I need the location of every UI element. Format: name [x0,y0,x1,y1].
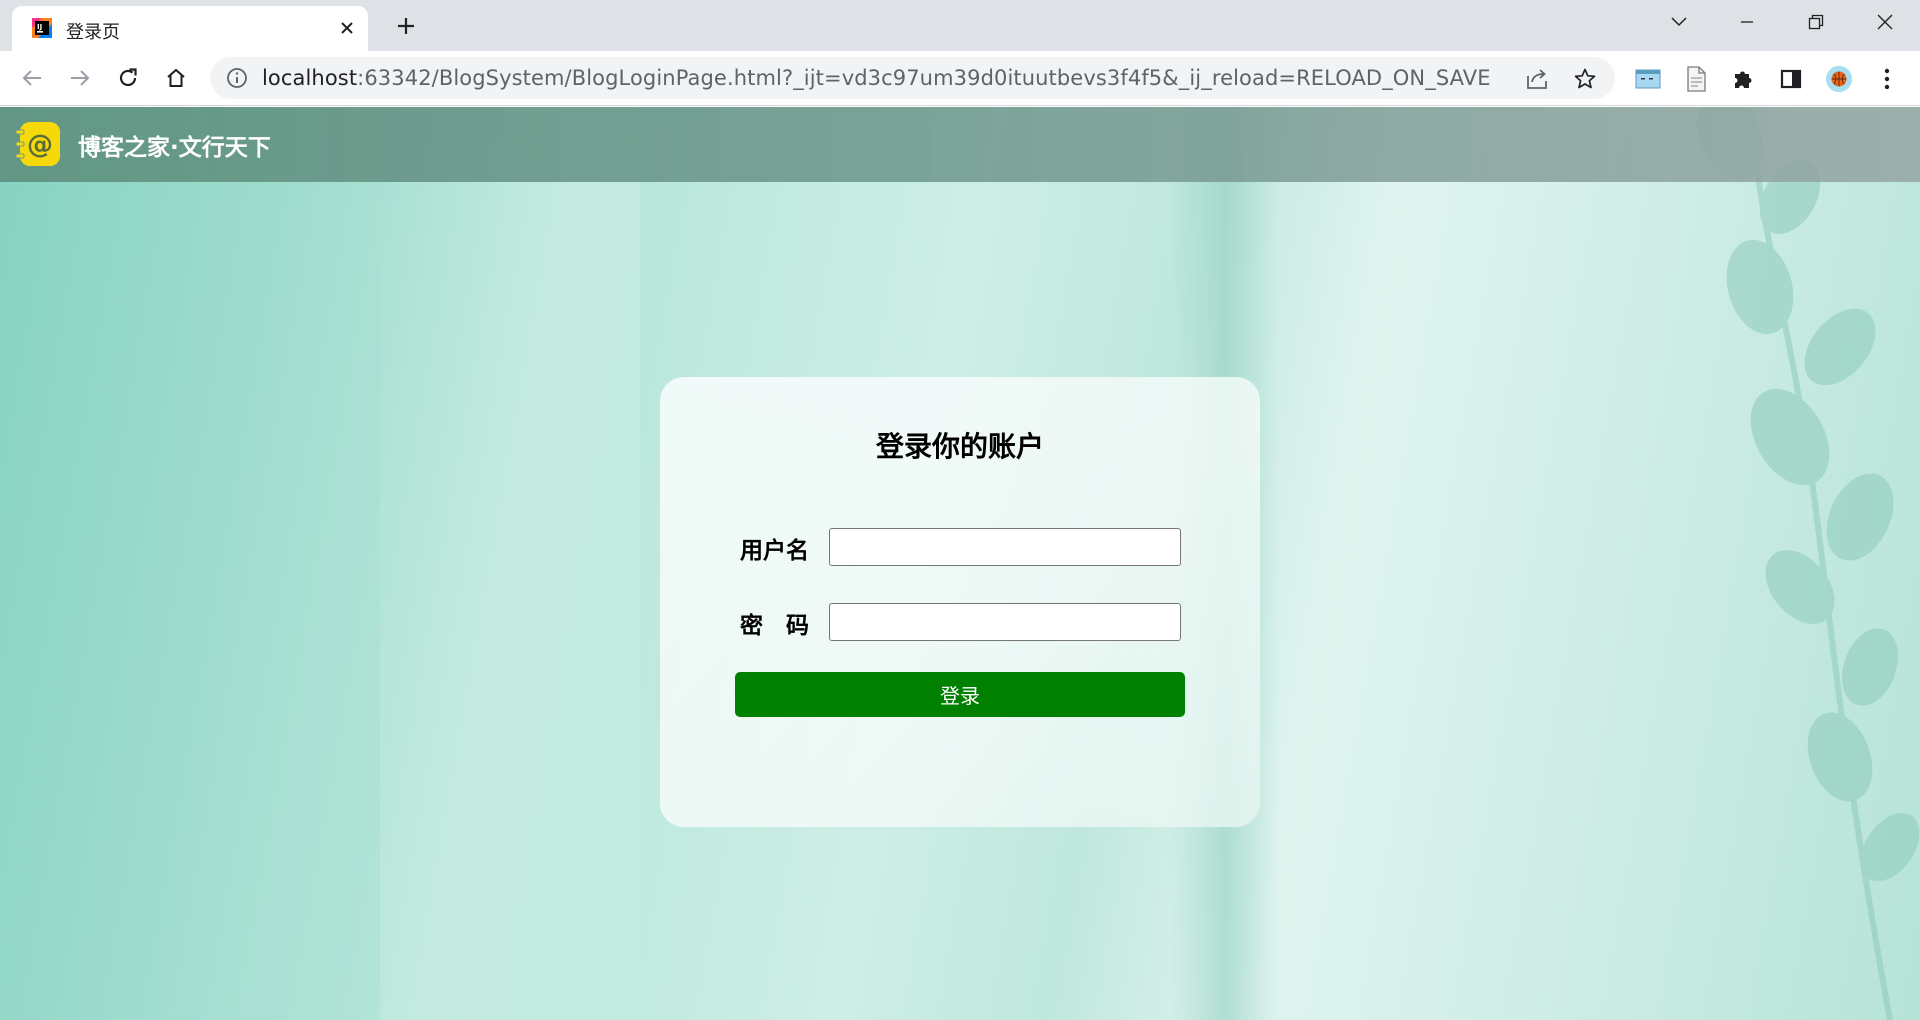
profile-avatar[interactable] [1825,65,1853,93]
url-path: :63342/BlogSystem/BlogLoginPage.html?_ij… [357,66,1491,90]
leaf-shadow-decoration [1696,107,1920,1020]
url-host: localhost [262,66,358,90]
browser-toolbar: localhost:63342/BlogSystem/BlogLoginPage… [0,51,1920,106]
share-icon[interactable] [1522,64,1552,94]
browser-menu-kebab-icon[interactable] [1873,65,1901,93]
tab-title: 登录页 [66,22,120,43]
svg-text:IJ: IJ [37,23,42,31]
site-info-icon[interactable] [226,67,248,89]
page-viewport: @ 博客之家·文行天下 登录你的账户 用户名 密 码 登录 [0,107,1920,1020]
bookmark-star-icon[interactable] [1570,64,1600,94]
login-title: 登录你的账户 [875,430,1044,463]
home-icon[interactable] [158,60,194,96]
login-button[interactable]: 登录 [735,672,1185,717]
side-panel-icon[interactable] [1777,65,1805,93]
close-window-icon[interactable] [1863,6,1907,38]
reload-icon[interactable] [110,60,146,96]
username-input[interactable] [829,528,1181,566]
url-text: localhost:63342/BlogSystem/BlogLoginPage… [262,66,1491,90]
extensions-puzzle-icon[interactable] [1729,65,1757,93]
blog-logo-icon: @ [16,122,60,166]
back-arrow-icon[interactable] [14,60,50,96]
background-light-band [380,107,640,1020]
tab-close-icon[interactable] [334,15,360,41]
password-label: 密 码 [740,613,809,639]
minimize-icon[interactable] [1725,6,1769,38]
intellij-favicon-icon: IJ [32,18,52,38]
site-title: 博客之家·文行天下 [78,135,271,161]
password-input[interactable] [829,603,1181,641]
tab-strip: IJ 登录页 [0,0,1920,51]
tab-search-chevron-down-icon[interactable] [1657,6,1701,38]
site-nav-bar: @ 博客之家·文行天下 [0,107,1920,182]
window-extension-icon[interactable] [1634,65,1662,93]
forward-arrow-icon[interactable] [62,60,98,96]
restore-icon[interactable] [1794,6,1838,38]
new-tab-plus-icon[interactable] [390,10,422,42]
login-card: 登录你的账户 用户名 密 码 登录 [660,377,1260,827]
address-bar[interactable]: localhost:63342/BlogSystem/BlogLoginPage… [210,57,1615,99]
document-extension-icon[interactable] [1682,65,1710,93]
username-label: 用户名 [740,538,809,564]
svg-text:@: @ [27,130,53,160]
browser-tab[interactable]: IJ 登录页 [12,6,368,51]
